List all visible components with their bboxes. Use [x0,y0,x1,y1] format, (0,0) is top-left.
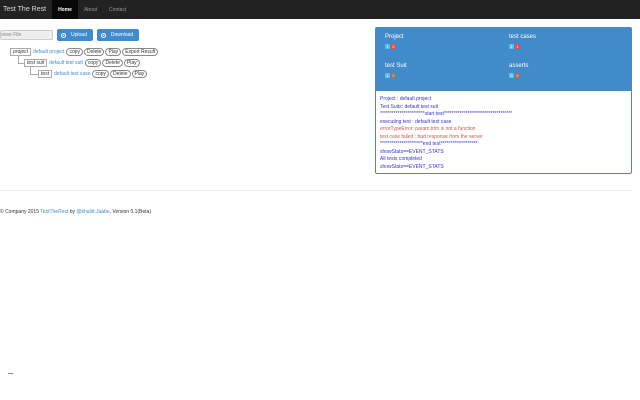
stat-project: Project 1 0 [385,34,404,49]
stat-test-cases: test cases 1 1 [509,34,536,49]
pass-count-badge: 0 [509,73,514,78]
tree-row-case: test default test case copy Delete Play [38,70,148,78]
log-line: test case failed : bad response from the… [380,133,483,140]
log-line: **********************end test**********… [380,141,478,147]
suite-copy-button[interactable]: copy [84,59,102,67]
log-line: ***********************start test*******… [380,111,513,117]
fail-count-badge: 0 [515,73,520,78]
stats-header: Project 1 0 test cases 1 1 test Suit 1 0… [376,28,631,91]
upload-button[interactable]: Upload [57,29,93,41]
node-type-label: project [10,48,32,56]
stat-label: asserts [509,63,529,69]
decorative-mark [8,373,13,374]
project-play-button[interactable]: Play [105,48,122,56]
stat-asserts: asserts 0 0 [509,63,528,78]
choose-file-input[interactable]: oose File [0,30,53,40]
stat-label: Project [385,34,404,40]
fail-count-badge: 0 [391,73,396,78]
download-button[interactable]: Download [96,29,140,41]
tree-row-project: project default project copy Delete Play… [10,48,159,56]
download-icon [100,32,106,38]
results-panel: Project 1 0 test cases 1 1 test Suit 1 0… [375,27,632,174]
project-copy-button[interactable]: copy [66,48,83,56]
pass-count-badge: 1 [385,44,390,49]
upload-icon [61,32,66,38]
footer-suffix: , Version 0.1(Beta) [109,209,152,215]
footer-prefix: © Company 2015 [0,209,41,215]
log-line: All tests completed [380,156,422,162]
tree-row-suite: test suit default test suit copy Delete … [24,59,140,67]
tree-connector [30,66,38,75]
stat-test-suit: test Suit 1 0 [385,63,407,78]
pass-count-badge: 1 [385,73,390,78]
nav-home[interactable]: Home [52,0,78,19]
case-delete-button[interactable]: Delete [110,70,131,78]
project-name-link[interactable]: default project [33,49,64,55]
log-line: showStats==EVENT_STATS [380,148,444,155]
footer: © Company 2015 TestTheRest by @khalid.Ja… [0,209,151,215]
node-type-label: test [38,70,53,78]
brand-link[interactable]: Test The Rest [0,0,52,19]
project-export-result-button[interactable]: Export Result [122,48,159,56]
case-copy-button[interactable]: copy [92,70,110,78]
footer-author-link[interactable]: @khalid.Jaafar [76,209,109,215]
nav-contact[interactable]: Contact [103,0,132,19]
test-log: Project : default project Test Suits: de… [380,96,628,171]
suite-play-button[interactable]: Play [123,59,140,67]
project-delete-button[interactable]: Delete [84,48,105,56]
stat-label: test cases [509,34,537,40]
log-line: Project : default project [380,96,432,102]
fail-count-badge: 1 [515,44,520,49]
node-type-label: test suit [24,59,48,67]
fail-count-badge: 0 [391,44,396,49]
log-line: executing test : default test case [380,118,452,125]
nav-about[interactable]: About [78,0,103,19]
case-play-button[interactable]: Play [131,70,148,78]
download-label: Download [110,32,134,38]
case-name-link[interactable]: default test case [54,71,90,77]
footer-app-link[interactable]: TestTheRest [40,209,68,215]
log-line: errorTypeError: param.trim is not a func… [380,126,476,132]
stat-label: test Suit [385,63,407,69]
upload-label: Upload [71,32,87,38]
suite-name-link[interactable]: default test suit [49,60,83,66]
navbar: Test The Rest Home About Contact [0,0,640,19]
suite-delete-button[interactable]: Delete [102,59,123,67]
pass-count-badge: 1 [509,44,514,49]
toolbar: oose File Upload Download [0,29,140,41]
log-line: showStats==EVENT_STATS [380,163,444,170]
divider [0,190,632,191]
log-line: Test Suits: default test suit [380,103,439,110]
